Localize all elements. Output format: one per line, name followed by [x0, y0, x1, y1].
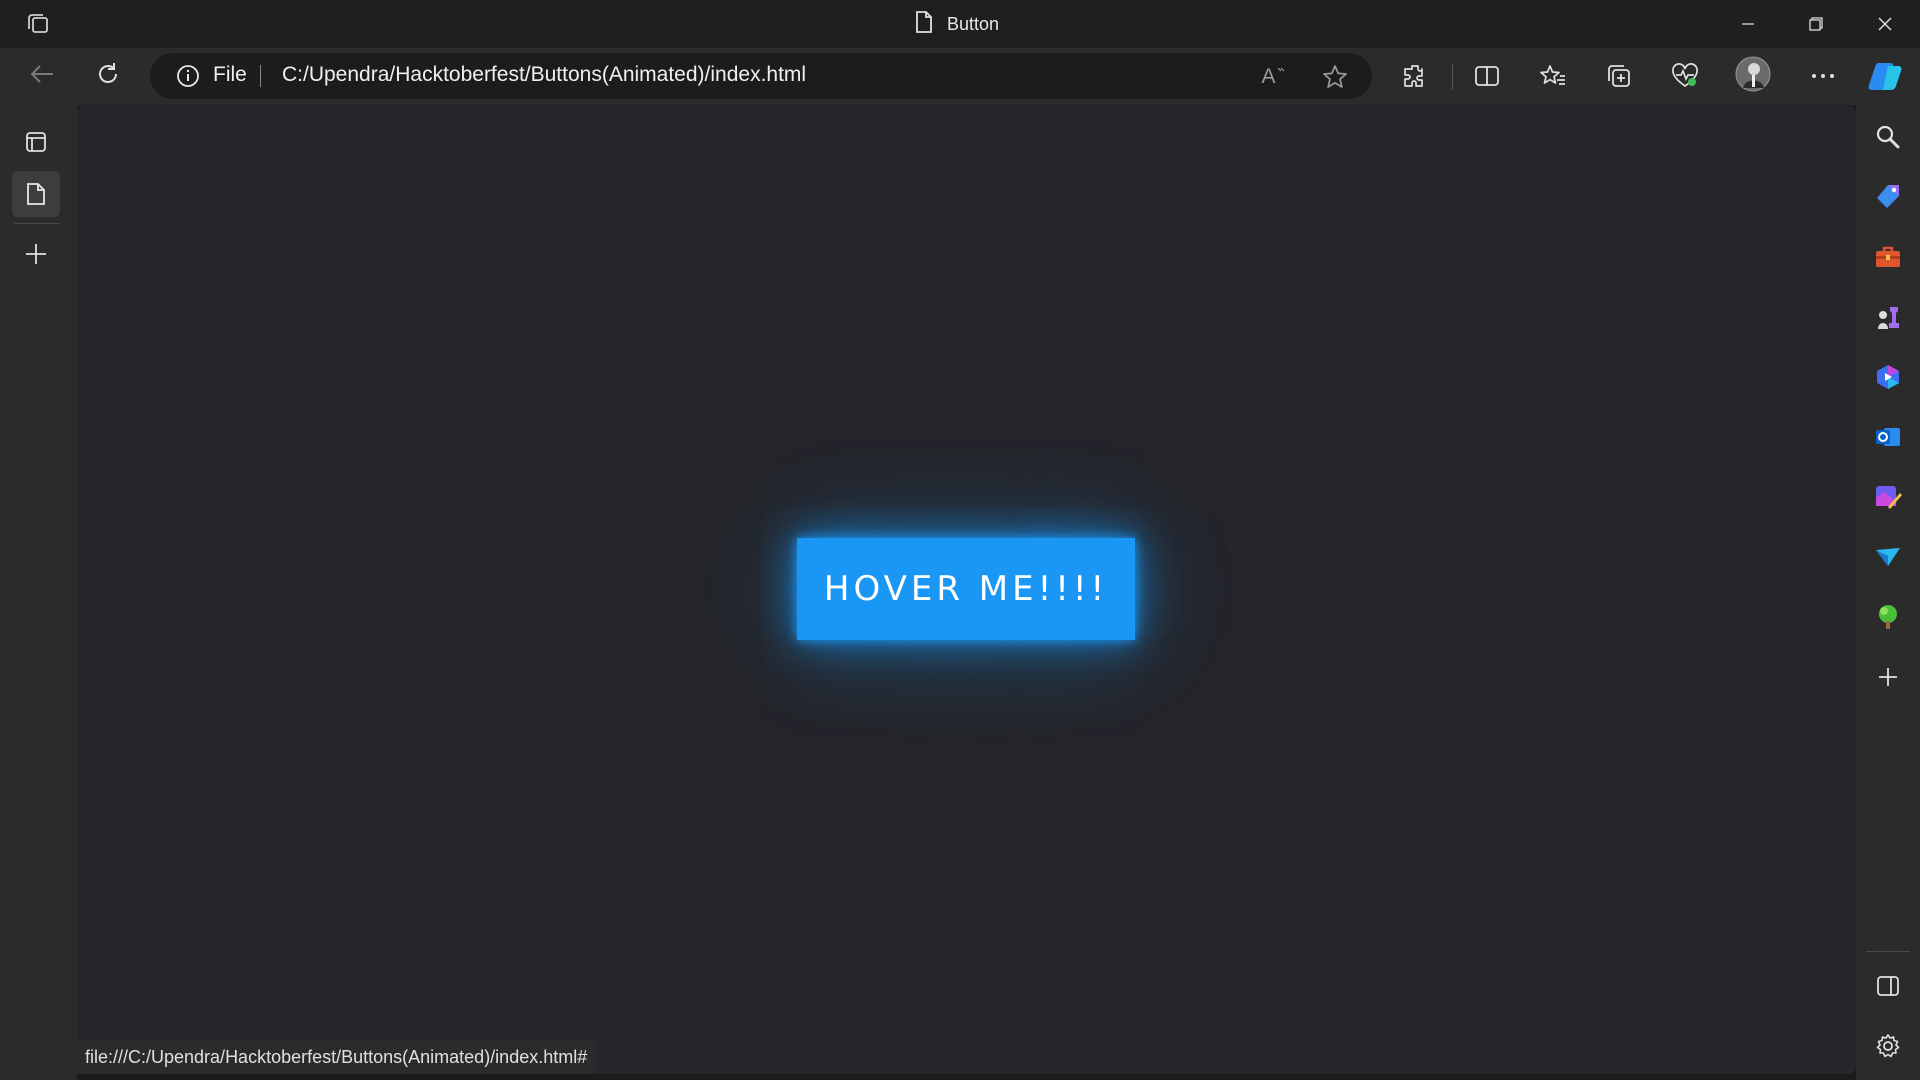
send-icon[interactable] — [1868, 537, 1908, 577]
workspaces-icon[interactable] — [24, 12, 52, 36]
games-icon[interactable] — [1868, 297, 1908, 337]
tree-icon[interactable] — [1868, 597, 1908, 637]
sidebar-divider — [1866, 951, 1910, 952]
window-title-text: Button — [947, 13, 1000, 34]
page-document-icon — [915, 10, 933, 39]
copilot-icon[interactable] — [1866, 58, 1906, 94]
shopping-icon[interactable] — [1868, 177, 1908, 217]
outlook-icon[interactable] — [1868, 417, 1908, 457]
page-tab-icon[interactable] — [12, 171, 60, 217]
edge-sidebar — [1856, 105, 1920, 1080]
arrow-left-icon — [29, 63, 55, 90]
tab-actions-icon[interactable] — [12, 119, 60, 165]
microsoft365-icon[interactable] — [1868, 357, 1908, 397]
address-bar[interactable]: File C:/Upendra/Hacktoberfest/Buttons(An… — [150, 53, 1372, 99]
hover-me-button[interactable]: HOVER ME!!!! — [797, 538, 1135, 640]
address-separator — [260, 65, 261, 87]
toolbar-divider — [1452, 64, 1453, 90]
tools-icon[interactable] — [1868, 237, 1908, 277]
profile-avatar[interactable] — [1733, 56, 1773, 92]
tab-bar-divider — [14, 223, 60, 224]
window-title: Button — [915, 10, 999, 38]
url-text[interactable]: C:/Upendra/Hacktoberfest/Buttons(Animate… — [282, 63, 806, 87]
extensions-icon[interactable] — [1395, 58, 1435, 94]
vertical-tabs-bar — [0, 105, 77, 1080]
site-scheme-label[interactable]: File — [213, 63, 247, 87]
more-menu-icon[interactable] — [1803, 58, 1843, 94]
back-button[interactable] — [22, 58, 62, 94]
search-icon[interactable] — [1868, 117, 1908, 157]
read-aloud-glyph: A — [1261, 65, 1276, 88]
minimize-button[interactable] — [1714, 0, 1782, 48]
collections-icon[interactable] — [1599, 58, 1639, 94]
new-tab-icon[interactable] — [12, 231, 60, 277]
favorites-icon[interactable] — [1533, 58, 1573, 94]
refresh-button[interactable] — [88, 58, 128, 94]
title-bar: Button — [0, 0, 1920, 48]
navigation-bar: File C:/Upendra/Hacktoberfest/Buttons(An… — [0, 48, 1920, 105]
read-aloud-icon[interactable]: A — [1260, 64, 1286, 90]
close-button[interactable] — [1851, 0, 1919, 48]
page-content: HOVER ME!!!! — [77, 105, 1856, 1074]
status-link-url: file:///C:/Upendra/Hacktoberfest/Buttons… — [76, 1040, 597, 1074]
favorite-star-icon[interactable] — [1322, 64, 1348, 90]
settings-icon[interactable] — [1868, 1026, 1908, 1066]
refresh-icon — [95, 61, 121, 92]
restore-button[interactable] — [1782, 0, 1850, 48]
browser-essentials-icon[interactable] — [1665, 58, 1705, 94]
designer-icon[interactable] — [1868, 477, 1908, 517]
hide-sidebar-icon[interactable] — [1868, 966, 1908, 1006]
add-icon[interactable] — [1868, 657, 1908, 697]
split-screen-icon[interactable] — [1467, 58, 1507, 94]
info-icon[interactable] — [176, 64, 200, 88]
